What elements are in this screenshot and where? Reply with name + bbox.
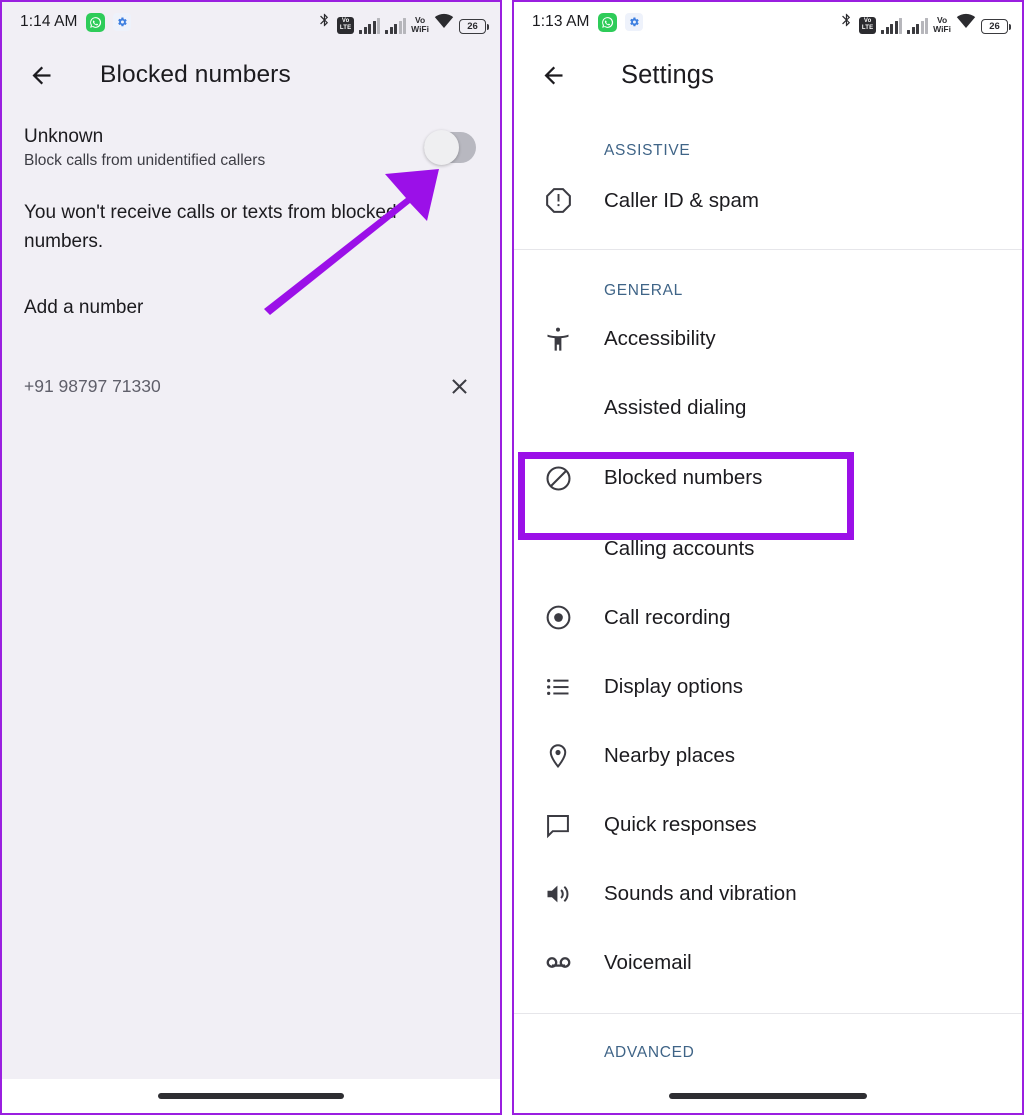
settings-item-label: Display options [604,674,744,698]
settings-item-label: Blocked numbers [604,466,763,489]
signal-bars-2 [385,17,407,34]
unknown-setting-row[interactable]: Unknown Block calls from unidentified ca… [2,126,500,170]
settings-item-caller-id-spam[interactable]: Caller ID & spam [514,166,1022,235]
whatsapp-icon [597,12,617,32]
block-circle-icon [544,464,604,493]
settings-item-display-options[interactable]: Display options [514,652,1022,721]
gear-icon [112,13,131,31]
left-phone-screen: 1:14 AM Vo LTE Vo WiFi 26 Blocked number… [0,0,502,1115]
settings-item-label: Assisted dialing [604,395,747,419]
settings-item-label: Call recording [604,605,731,629]
close-x-icon[interactable] [444,372,474,402]
settings-item-call-recording[interactable]: Call recording [514,583,1022,652]
accessibility-icon [544,325,604,353]
settings-item-blocked-numbers[interactable]: Blocked numbers [514,442,1022,514]
app-bar-right: Settings [514,42,1022,108]
panel-gap [502,0,512,1115]
record-dot-icon [544,603,604,632]
signal-bars-2 [907,17,929,34]
app-bar-left: Blocked numbers [2,42,500,108]
back-arrow-icon[interactable] [24,58,58,92]
settings-item-assisted-dialing[interactable]: Assisted dialing [514,373,1022,442]
status-bar-left-group-right: 1:13 AM [532,12,643,32]
voicemail-icon [544,948,604,977]
unknown-toggle[interactable] [424,130,476,165]
settings-item-nearby-places[interactable]: Nearby places [514,721,1022,790]
home-indicator-left[interactable] [158,1093,344,1099]
section-header-general: GENERAL [604,282,683,299]
volte-icon: Vo LTE [859,16,877,34]
settings-item-calling-accounts[interactable]: Calling accounts [514,514,1022,583]
status-time: 1:13 AM [532,13,590,30]
section-header-advanced: ADVANCED [604,1044,695,1061]
gear-icon [624,13,643,31]
section-header-assistive: ASSISTIVE [604,142,691,159]
volte-icon: Vo LTE [337,16,355,34]
bluetooth-icon [839,11,854,34]
settings-item-sounds-and-vibration[interactable]: Sounds and vibration [514,859,1022,928]
settings-item-label: Accessibility [604,326,716,350]
wifi-icon [434,12,454,34]
whatsapp-icon [85,12,105,32]
status-bar-right-group: Vo LTE Vo WiFi 26 [317,11,489,34]
settings-item-label: Voicemail [604,950,692,974]
status-time: 1:14 AM [20,13,78,30]
screenshot-stage: 1:14 AM Vo LTE Vo WiFi 26 Blocked number… [0,0,1024,1115]
settings-item-label: Quick responses [604,812,757,836]
right-phone-screen: 1:13 AM Vo LTE Vo WiFi 26 Settings ASSIS… [512,0,1024,1115]
blocked-info-text: You won't receive calls or texts from bl… [24,202,397,253]
home-indicator-right[interactable] [669,1093,867,1099]
vowifi-icon: Vo WiFi [933,14,951,34]
page-title: Settings [621,60,714,89]
list-icon [544,673,604,701]
speaker-icon [544,880,604,908]
page-title: Blocked numbers [100,61,291,88]
bluetooth-icon [317,11,332,34]
status-bar-left: 1:14 AM Vo LTE Vo WiFi 26 [2,2,500,42]
settings-item-label: Calling accounts [604,536,755,560]
settings-item-label: Sounds and vibration [604,881,797,905]
add-a-number-button[interactable]: Add a number [24,297,500,319]
toggle-thumb [424,130,459,165]
blocked-number-row[interactable]: +91 98797 71330 [2,372,500,402]
unknown-subtitle: Block calls from unidentified callers [24,152,266,169]
settings-item-voicemail[interactable]: Voicemail [514,928,1022,997]
settings-item-accessibility[interactable]: Accessibility [514,304,1022,373]
vowifi-icon: Vo WiFi [411,14,429,34]
chat-bubble-icon [544,811,604,839]
battery-icon: 26 [981,18,1011,34]
signal-bars-1 [359,17,381,34]
signal-bars-1 [881,17,903,34]
location-pin-icon [544,742,604,770]
battery-icon: 26 [459,18,489,34]
status-bar-left-group: 1:14 AM [20,12,131,32]
status-bar-right: 1:13 AM Vo LTE Vo WiFi 26 [514,2,1022,42]
settings-item-label: Caller ID & spam [604,188,759,212]
wifi-icon [956,12,976,34]
settings-item-label: Nearby places [604,743,736,767]
status-bar-right-group-right: Vo LTE Vo WiFi 26 [839,11,1011,34]
unknown-setting-texts: Unknown Block calls from unidentified ca… [24,126,424,170]
settings-item-quick-responses[interactable]: Quick responses [514,790,1022,859]
unknown-title: Unknown [24,126,104,147]
blocked-number-value: +91 98797 71330 [24,376,161,397]
report-octagon-icon [544,186,604,215]
back-arrow-icon[interactable] [536,58,570,92]
